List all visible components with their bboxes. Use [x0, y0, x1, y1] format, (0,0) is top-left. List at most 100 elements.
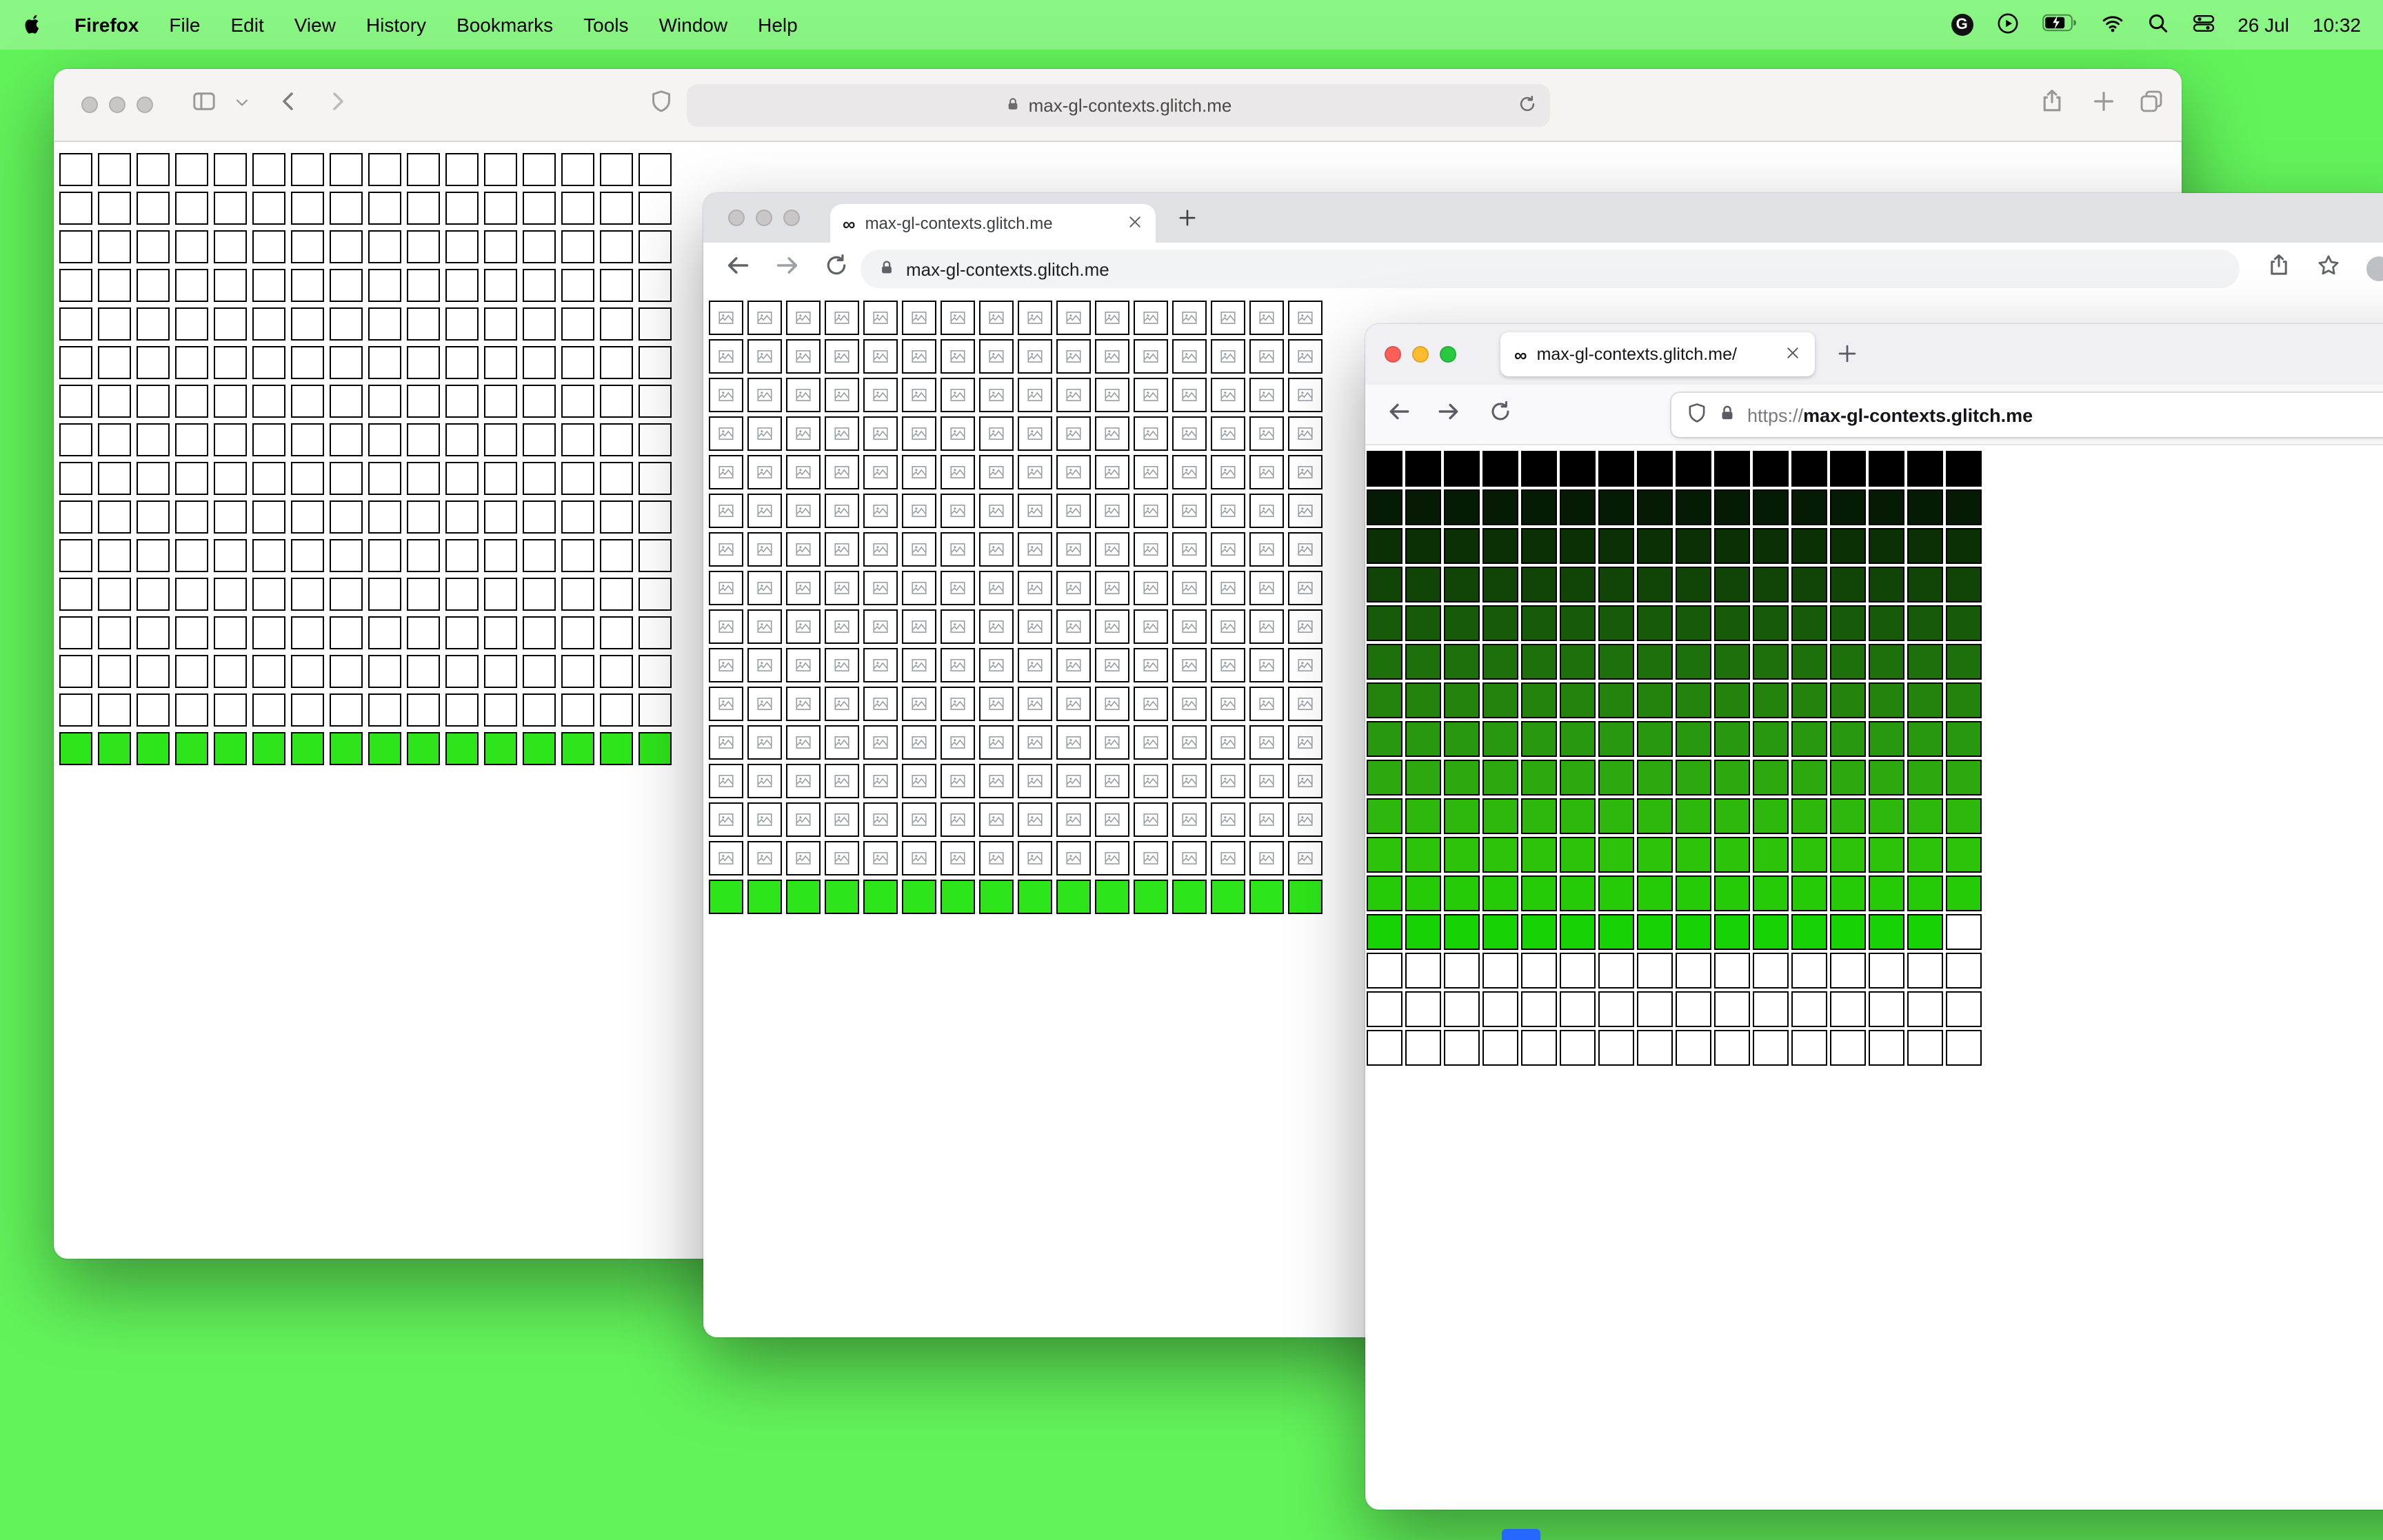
webgl-canvas-cell [1637, 528, 1673, 564]
webgl-canvas-cell [252, 307, 285, 341]
apple-menu-icon[interactable] [22, 14, 44, 36]
grammarly-icon[interactable]: G [1951, 14, 1973, 36]
forward-button[interactable] [327, 90, 349, 119]
minimize-window-button[interactable] [1412, 346, 1429, 363]
zoom-window-button[interactable] [1440, 346, 1456, 363]
profile-avatar[interactable] [2366, 256, 2383, 281]
broken-image-icon [1103, 811, 1121, 829]
close-tab-icon[interactable] [1784, 344, 1801, 365]
menu-window[interactable]: Window [659, 14, 728, 36]
broken-image-icon [794, 849, 812, 867]
minimize-window-button[interactable] [756, 210, 772, 226]
webgl-canvas-cell [1056, 687, 1091, 721]
share-icon[interactable] [2040, 89, 2064, 121]
menu-help[interactable]: Help [758, 14, 798, 36]
webgl-canvas-cell [1791, 798, 1827, 834]
back-button[interactable] [1387, 399, 1411, 429]
webgl-canvas-cell [1753, 682, 1789, 718]
chevron-down-icon[interactable] [234, 92, 250, 117]
close-window-button[interactable] [81, 97, 98, 113]
bookmark-star-icon[interactable] [2317, 254, 2340, 284]
webgl-canvas-cell [1869, 798, 1904, 834]
close-tab-icon[interactable] [1127, 213, 1143, 234]
share-icon[interactable] [2267, 254, 2291, 284]
lock-icon[interactable] [1718, 404, 1736, 426]
webgl-canvas-cell [59, 578, 92, 611]
chrome-tab-bar: ∞ max-gl-contexts.glitch.me [703, 193, 2383, 243]
menu-bookmarks[interactable]: Bookmarks [456, 14, 553, 36]
battery-icon[interactable] [2042, 14, 2078, 36]
webgl-canvas-cell [1946, 991, 1982, 1027]
webgl-canvas-cell [330, 153, 363, 186]
new-tab-icon[interactable] [1178, 208, 1197, 234]
broken-image-icon [1142, 733, 1160, 751]
privacy-shield-icon[interactable] [650, 90, 673, 120]
zoom-window-button[interactable] [783, 210, 800, 226]
webgl-canvas-cell [1211, 455, 1245, 489]
wifi-icon[interactable] [2101, 12, 2123, 38]
webgl-canvas-cell [600, 153, 633, 186]
webgl-canvas-cell [786, 725, 821, 760]
webgl-canvas-cell [1598, 682, 1634, 718]
webgl-canvas-cell [1018, 802, 1052, 837]
webgl-canvas-cell [175, 732, 208, 765]
back-button[interactable] [277, 90, 299, 119]
webgl-canvas-cell [1869, 760, 1904, 796]
reload-icon[interactable] [1518, 94, 1536, 116]
firefox-active-tab[interactable]: ∞ max-gl-contexts.glitch.me/ [1500, 332, 1815, 376]
back-button[interactable] [725, 253, 750, 285]
webgl-canvas-cell [747, 725, 782, 760]
broken-image-icon [717, 849, 735, 867]
webgl-canvas-cell [1714, 451, 1750, 487]
forward-button[interactable] [775, 253, 800, 285]
safari-address-bar[interactable]: max-gl-contexts.glitch.me [687, 84, 1550, 127]
reload-icon[interactable] [1489, 400, 1511, 429]
menu-view[interactable]: View [294, 14, 336, 36]
menu-tools[interactable]: Tools [583, 14, 628, 36]
menubar-clock[interactable]: 10:32 [2313, 14, 2361, 36]
webgl-canvas-cell [941, 764, 975, 798]
webgl-canvas-cell [1288, 609, 1323, 644]
webgl-canvas-cell [941, 841, 975, 875]
menu-history[interactable]: History [366, 14, 426, 36]
webgl-canvas-cell [1482, 489, 1518, 525]
new-tab-icon[interactable] [1837, 343, 1858, 371]
webgl-canvas-cell [523, 578, 556, 611]
webgl-canvas-cell [1249, 764, 1284, 798]
tracking-protection-shield-icon[interactable] [1687, 403, 1707, 427]
close-window-button[interactable] [728, 210, 745, 226]
now-playing-icon[interactable] [1996, 12, 2018, 38]
forward-button[interactable] [1437, 399, 1460, 429]
chrome-active-tab[interactable]: ∞ max-gl-contexts.glitch.me [830, 204, 1156, 243]
webgl-canvas-cell [1444, 953, 1480, 989]
webgl-canvas-cell [979, 687, 1014, 721]
broken-image-icon [1026, 425, 1044, 443]
webgl-canvas-cell [1056, 764, 1091, 798]
firefox-address-bar[interactable]: https://max-gl-contexts.glitch.me [1671, 393, 2383, 437]
zoom-window-button[interactable] [137, 97, 153, 113]
new-tab-icon[interactable] [2092, 90, 2115, 120]
webgl-canvas-cell [484, 230, 517, 263]
spotlight-search-icon[interactable] [2146, 12, 2169, 38]
webgl-canvas-cell [1637, 1030, 1673, 1066]
control-center-icon[interactable] [2192, 12, 2214, 38]
webgl-canvas-cell [1637, 760, 1673, 796]
webgl-canvas-cell [1714, 644, 1750, 680]
webgl-canvas-cell [137, 307, 170, 341]
webgl-canvas-cell [214, 500, 247, 534]
broken-image-icon [1296, 502, 1314, 520]
close-window-button[interactable] [1385, 346, 1401, 363]
sidebar-icon[interactable] [192, 89, 217, 121]
menubar-app-name[interactable]: Firefox [74, 14, 139, 36]
reload-icon[interactable] [825, 254, 848, 284]
broken-image-icon [1142, 386, 1160, 404]
chrome-address-bar[interactable]: max-gl-contexts.glitch.me [861, 250, 2240, 288]
webgl-canvas-cell [484, 462, 517, 495]
minimize-window-button[interactable] [109, 97, 125, 113]
tab-overview-icon[interactable] [2139, 89, 2164, 121]
menu-file[interactable]: File [169, 14, 200, 36]
broken-image-icon [717, 463, 735, 481]
menu-edit[interactable]: Edit [231, 14, 264, 36]
menubar-date[interactable]: 26 Jul [2238, 14, 2289, 36]
webgl-canvas-cell [137, 616, 170, 649]
